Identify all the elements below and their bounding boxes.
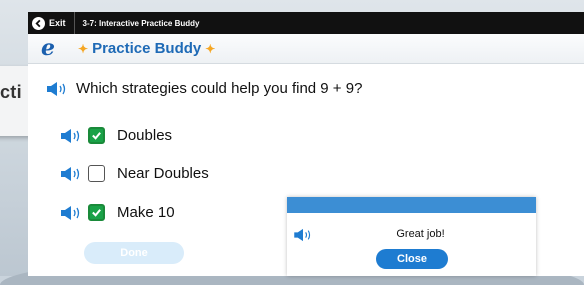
top-bar: Exit 3-7: Interactive Practice Buddy <box>28 12 584 34</box>
checkbox-near-doubles[interactable] <box>88 165 105 182</box>
exit-label: Exit <box>49 18 66 28</box>
done-button[interactable]: Done <box>84 242 184 264</box>
checkbox-make-10[interactable] <box>88 204 105 221</box>
check-icon <box>92 132 101 140</box>
option-doubles[interactable]: Doubles <box>60 127 172 144</box>
option-label: Doubles <box>117 127 173 144</box>
star-icon: ✦ <box>205 41 216 56</box>
feedback-text: Great job! <box>396 228 445 240</box>
question-text: Which strategies could help you find 9 +… <box>76 80 363 97</box>
exit-button[interactable]: Exit <box>28 12 75 34</box>
star-icon: ✦ <box>78 41 89 56</box>
option-near-doubles[interactable]: Near Doubles <box>60 165 209 182</box>
popup-header <box>287 197 536 213</box>
feedback-message: Great job! <box>287 228 536 240</box>
speaker-icon[interactable] <box>46 81 68 97</box>
background-card-text: cti <box>0 82 22 102</box>
header-title: Practice Buddy <box>92 40 202 57</box>
question: Which strategies could help you find 9 +… <box>46 80 362 97</box>
speaker-icon[interactable] <box>60 128 82 144</box>
arrow-left-icon <box>32 16 45 30</box>
checkbox-doubles[interactable] <box>88 127 105 144</box>
speaker-icon[interactable] <box>60 205 82 221</box>
option-label: Near Doubles <box>117 165 209 182</box>
logo: e <box>41 34 55 61</box>
practice-buddy-title: ✦ Practice Buddy ✦ <box>78 40 215 57</box>
window-title: 3-7: Interactive Practice Buddy <box>82 18 200 28</box>
feedback-popup: Great job! Close <box>287 197 536 276</box>
practice-buddy-header: e ✦ Practice Buddy ✦ <box>28 34 584 64</box>
option-label: Make 10 <box>117 204 175 221</box>
check-icon <box>92 209 101 217</box>
close-button[interactable]: Close <box>376 249 448 269</box>
speaker-icon[interactable] <box>60 166 82 182</box>
option-make-10[interactable]: Make 10 <box>60 204 175 221</box>
